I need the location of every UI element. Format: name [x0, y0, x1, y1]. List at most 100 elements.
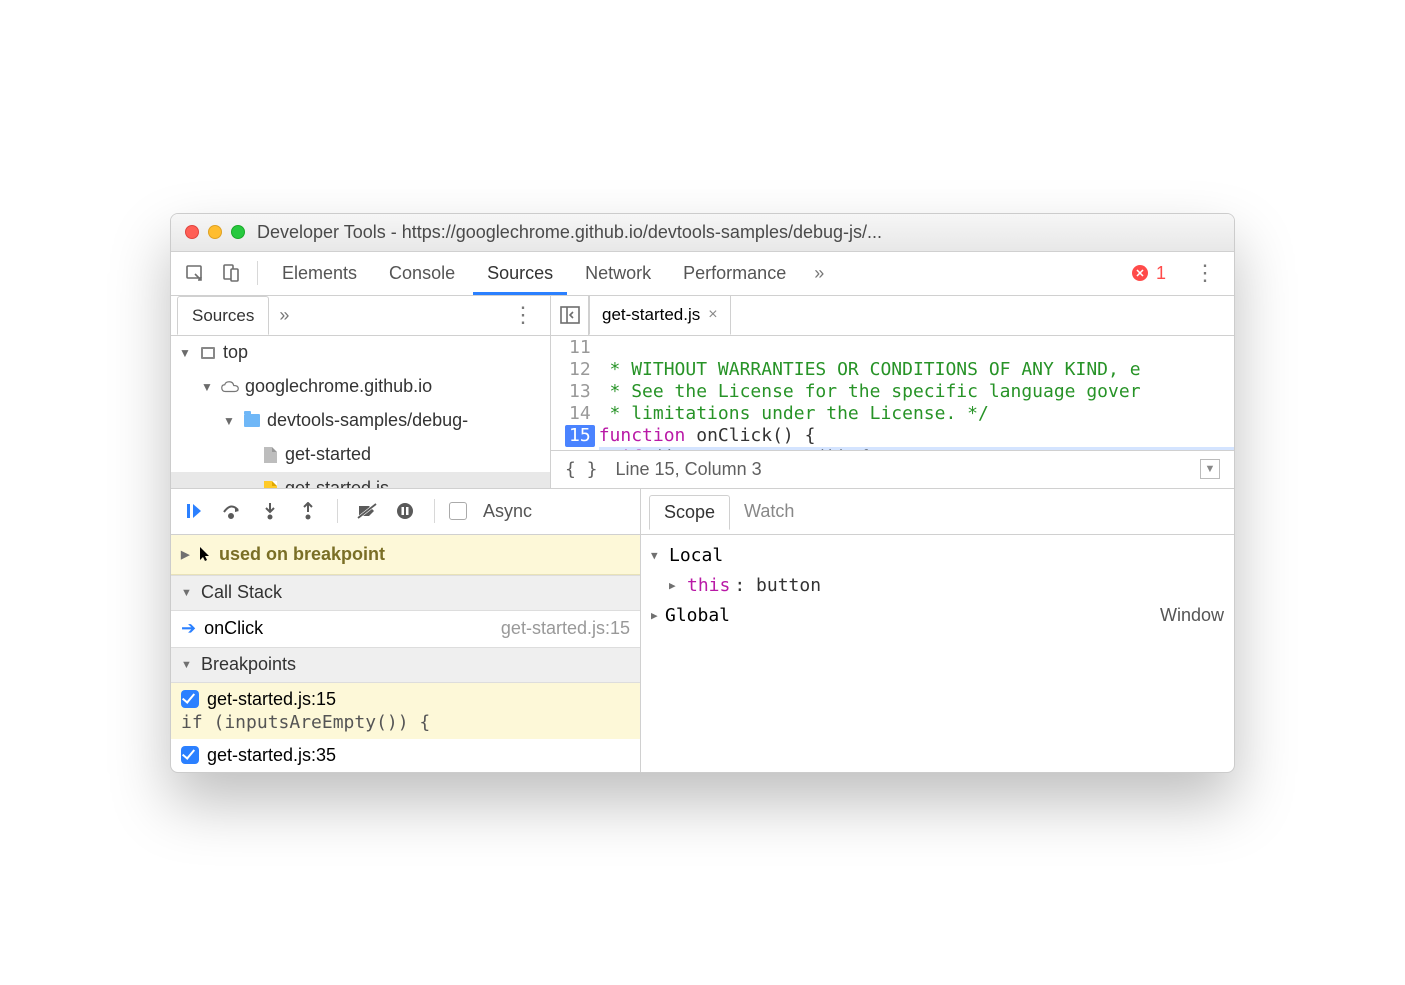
async-checkbox[interactable] [449, 502, 467, 520]
show-navigator-icon[interactable] [551, 296, 589, 335]
tree-top[interactable]: ▼ top [171, 336, 550, 370]
pause-exceptions-icon[interactable] [390, 496, 420, 526]
debugger-toolbar: Async [171, 489, 640, 535]
breakpoints-header[interactable]: ▼ Breakpoints [171, 647, 640, 683]
tree-file-js[interactable]: get-started.js [171, 472, 550, 488]
debugger-left: Async ▶ used on breakpoint ▼ Call Stack … [171, 489, 641, 772]
resume-icon[interactable] [179, 496, 209, 526]
titlebar: Developer Tools - https://googlechrome.g… [171, 214, 1234, 252]
scope-label: Local [669, 545, 723, 566]
divider [434, 499, 435, 523]
breakpoint-checkbox[interactable] [181, 690, 199, 708]
tab-performance[interactable]: Performance [669, 252, 800, 295]
inspect-icon[interactable] [179, 257, 211, 289]
cloud-icon [221, 378, 239, 396]
code-line: * WITHOUT WARRANTIES OR CONDITIONS OF AN… [599, 359, 1141, 380]
section-title: Call Stack [201, 582, 282, 603]
tree-domain[interactable]: ▼ googlechrome.github.io [171, 370, 550, 404]
disclosure-icon[interactable]: ▶ [181, 548, 195, 561]
file-tree: ▼ top ▼ googlechrome.github.io ▼ devtool… [171, 336, 550, 488]
error-icon[interactable]: ✕ [1132, 265, 1148, 281]
disclosure-icon[interactable]: ▼ [201, 380, 215, 394]
step-into-icon[interactable] [255, 496, 285, 526]
breakpoint-item[interactable]: get-started.js:35 [171, 739, 640, 772]
stack-function: onClick [204, 618, 263, 639]
file-tab[interactable]: get-started.js × [589, 296, 731, 335]
step-over-icon[interactable] [217, 496, 247, 526]
scope-local[interactable]: ▼ Local [651, 541, 1224, 571]
breakpoint-checkbox[interactable] [181, 746, 199, 764]
stack-location: get-started.js:15 [501, 618, 630, 639]
traffic-lights [185, 225, 245, 239]
disclosure-icon[interactable]: ▼ [223, 414, 237, 428]
editor-status: { } Line 15, Column 3 ▼ [551, 450, 1234, 488]
line-number: 13 [565, 381, 591, 403]
tree-file-html[interactable]: get-started [171, 438, 550, 472]
device-icon[interactable] [215, 257, 247, 289]
close-icon[interactable] [185, 225, 199, 239]
gutter[interactable]: 11 12 13 14 15 16 17 [551, 336, 599, 450]
breakpoint-item[interactable]: get-started.js:15 if (inputsAreEmpty()) … [171, 683, 640, 739]
tree-folder[interactable]: ▼ devtools-samples/debug- [171, 404, 550, 438]
tab-scope[interactable]: Scope [649, 495, 730, 530]
disclosure-icon[interactable]: ▶ [669, 579, 683, 592]
paused-banner: ▶ used on breakpoint [171, 535, 640, 575]
line-number: 11 [565, 337, 591, 359]
tab-network[interactable]: Network [571, 252, 665, 295]
disclosure-icon[interactable]: ▼ [181, 659, 195, 671]
divider [257, 261, 258, 285]
more-subtabs-icon[interactable]: » [269, 305, 299, 326]
cursor-position: Line 15, Column 3 [616, 459, 762, 480]
minimize-icon[interactable] [208, 225, 222, 239]
scope-watch-tabs: Scope Watch [641, 489, 1234, 535]
tab-elements[interactable]: Elements [268, 252, 371, 295]
panel-tabs: Elements Console Sources Network Perform… [171, 252, 1234, 296]
tab-console[interactable]: Console [375, 252, 469, 295]
disclosure-icon[interactable]: ▼ [181, 587, 195, 599]
maximize-icon[interactable] [231, 225, 245, 239]
close-tab-icon[interactable]: × [708, 306, 717, 324]
breakpoint-label: get-started.js:15 [207, 689, 336, 710]
dropdown-icon[interactable]: ▼ [1200, 459, 1220, 479]
scope-global[interactable]: ▶ Global Window [651, 601, 1224, 630]
divider [337, 499, 338, 523]
cursor-icon [199, 546, 213, 562]
disclosure-icon[interactable]: ▶ [651, 609, 665, 622]
tree-label: get-started [285, 444, 371, 465]
call-stack-header[interactable]: ▼ Call Stack [171, 575, 640, 611]
tree-label: googlechrome.github.io [245, 376, 432, 397]
main-area: Sources » ⋮ ▼ top ▼ googlechrome.github.… [171, 296, 1234, 488]
frame-icon [201, 347, 215, 359]
more-tabs-icon[interactable]: » [804, 263, 834, 284]
sources-subtab[interactable]: Sources [177, 296, 269, 335]
deactivate-breakpoints-icon[interactable] [352, 496, 382, 526]
code-line: * limitations under the License. */ [599, 403, 989, 424]
disclosure-icon[interactable]: ▼ [651, 549, 665, 562]
scope-pane: Scope Watch ▼ Local ▶ this: button ▶ Glo… [641, 489, 1234, 772]
tab-sources[interactable]: Sources [473, 252, 567, 295]
code-line: * See the License for the specific langu… [599, 381, 1141, 402]
navigator-tabs: Sources » ⋮ [171, 296, 550, 336]
editor-pane: get-started.js × 11 12 13 14 15 16 17 * … [551, 296, 1234, 488]
settings-menu-icon[interactable]: ⋮ [1184, 260, 1226, 286]
debugger-area: Async ▶ used on breakpoint ▼ Call Stack … [171, 488, 1234, 772]
scope-label: Global [665, 605, 730, 626]
editor-tabs: get-started.js × [551, 296, 1234, 336]
navigator-menu-icon[interactable]: ⋮ [502, 302, 544, 328]
pretty-print-icon[interactable]: { } [565, 459, 598, 480]
stack-frame[interactable]: ➔ onClick get-started.js:15 [171, 611, 640, 647]
file-icon [264, 447, 277, 463]
breakpoint-line-number[interactable]: 15 [565, 425, 595, 447]
paused-text: used on breakpoint [219, 544, 385, 565]
scope-var: this [687, 575, 730, 596]
error-count[interactable]: 1 [1156, 263, 1166, 284]
window-title: Developer Tools - https://googlechrome.g… [257, 222, 882, 243]
breakpoint-label: get-started.js:35 [207, 745, 336, 766]
code-line-current: if (inputsAreEmpty()) { [599, 447, 1234, 450]
tab-watch[interactable]: Watch [730, 495, 808, 528]
code-editor[interactable]: 11 12 13 14 15 16 17 * WITHOUT WARRANTIE… [551, 336, 1234, 450]
disclosure-icon[interactable]: ▼ [179, 346, 193, 360]
line-number: 14 [565, 403, 591, 425]
scope-this[interactable]: ▶ this: button [651, 571, 1224, 601]
step-out-icon[interactable] [293, 496, 323, 526]
